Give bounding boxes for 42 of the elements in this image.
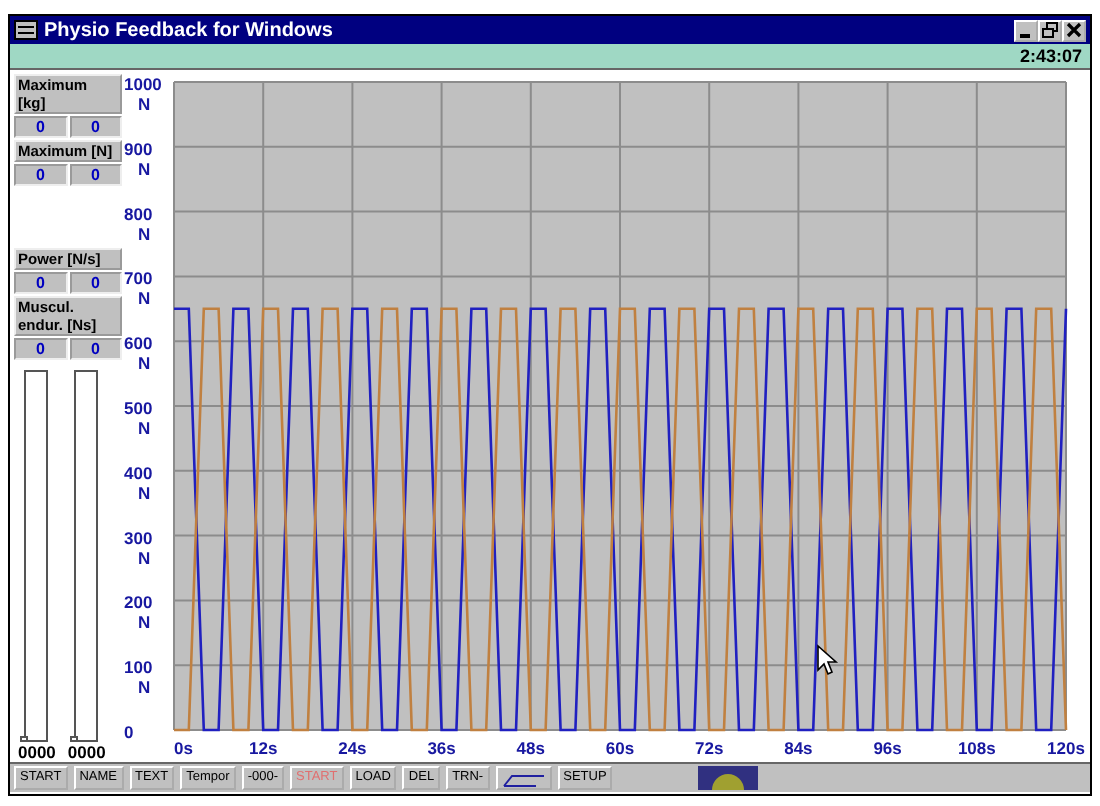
value-field: 0 (14, 272, 67, 294)
x-tick-label: 108s (957, 738, 996, 758)
mouse-pointer-icon (817, 644, 839, 676)
window-title: Physio Feedback for Windows (44, 19, 333, 41)
value-field: 0 (14, 164, 67, 186)
x-tick-label: 120s (1047, 738, 1085, 758)
x-tick-label: 48s (516, 738, 545, 758)
close-icon (1066, 22, 1082, 38)
x-tick-label: 96s (873, 738, 902, 758)
y-tick-label: 600 N (124, 333, 153, 374)
restore-button[interactable] (1038, 19, 1062, 41)
x-tick-label: 0s (174, 738, 193, 758)
y-tick-label: 700 N (124, 268, 153, 309)
meter-reading: 0000 (67, 742, 106, 762)
meter-reading: 0000 (18, 742, 56, 762)
x-tick-label: 72s (695, 738, 724, 758)
y-tick-label: 900 N (124, 138, 153, 179)
y-tick-label: 100 N (124, 657, 153, 698)
close-button[interactable] (1062, 19, 1086, 41)
value-field: 0 (14, 338, 67, 360)
y-tick-label: 300 N (124, 527, 153, 568)
chart-tool-button[interactable] (495, 766, 552, 790)
y-tick-label: 200 N (124, 592, 153, 633)
y-tick-label: 1000 N (124, 74, 162, 114)
value-field: 0 (69, 116, 122, 138)
y-tick-label: 500 N (124, 398, 153, 438)
y-tick-label: 400 N (124, 462, 153, 503)
window-icon (14, 20, 38, 40)
x-tick-label: 12s (249, 738, 278, 758)
restore-icon (1042, 22, 1058, 38)
x-tick-label: 24s (338, 738, 367, 758)
elapsed-time: 2:43:07 (1019, 46, 1082, 66)
y-tick-label: 800 N (124, 203, 153, 244)
value-field: 0 (69, 272, 122, 294)
minimize-button[interactable] (1014, 19, 1038, 41)
value-field: 0 (69, 164, 122, 186)
x-tick-label: 60s (605, 738, 635, 758)
x-tick-label: 84s (784, 738, 813, 758)
value-field: 0 (14, 116, 67, 138)
value-field: 0 (69, 338, 122, 360)
x-tick-label: 36s (427, 738, 456, 758)
y-tick-label: 0 (124, 722, 134, 742)
